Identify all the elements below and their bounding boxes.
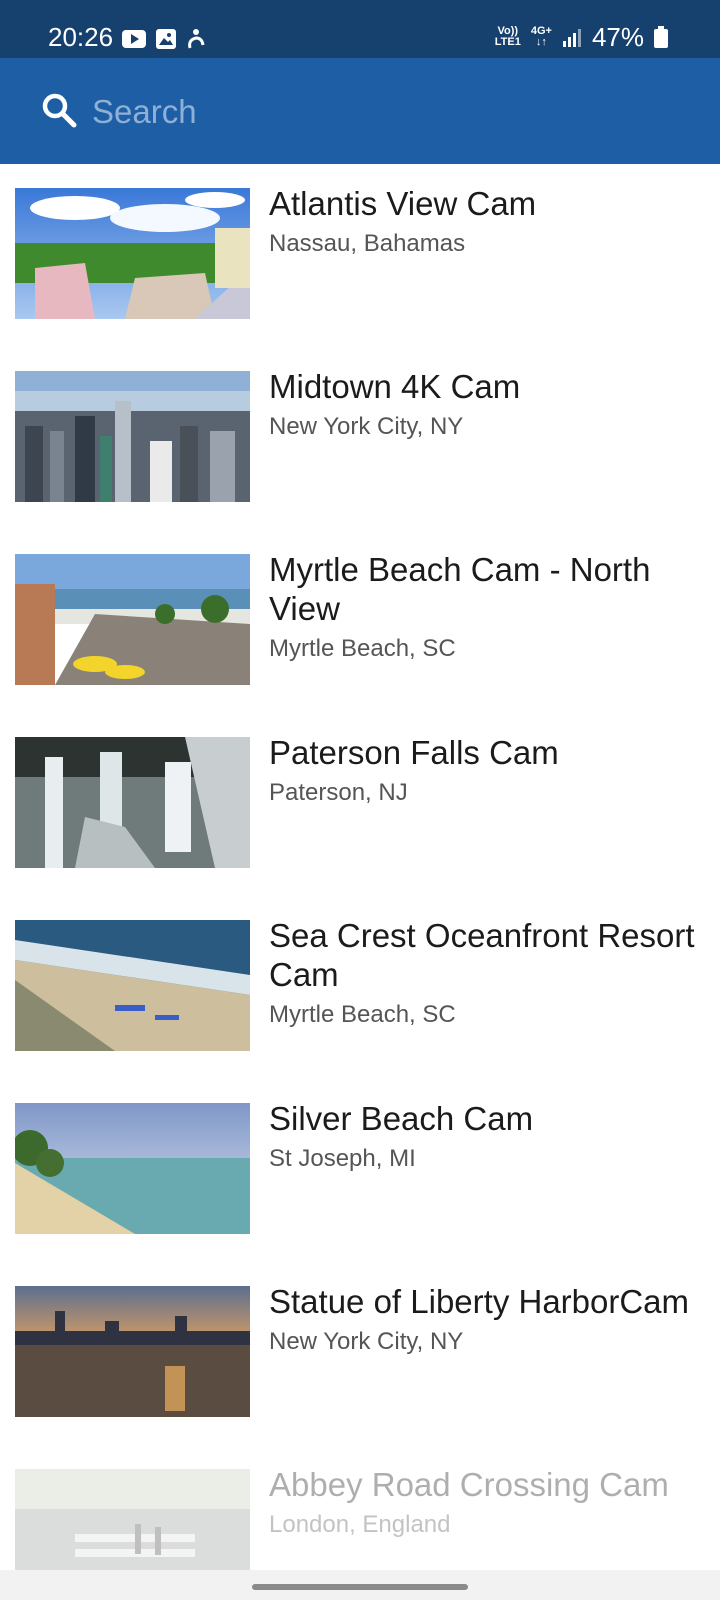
cam-thumbnail[interactable] <box>15 737 250 868</box>
cam-thumbnail[interactable] <box>15 371 250 502</box>
cam-thumbnail[interactable] <box>15 554 250 685</box>
list-item[interactable]: Paterson Falls Cam Paterson, NJ <box>0 713 720 895</box>
cam-title: Myrtle Beach Cam - North View <box>269 551 651 627</box>
gallery-icon <box>156 29 176 49</box>
cam-location: Nassau, Bahamas <box>269 230 466 257</box>
search-bar <box>0 58 720 164</box>
volte-indicator: Vo)) LTE1 <box>494 25 521 48</box>
cam-title: Sea Crest Oceanfront Resort Cam <box>269 917 695 993</box>
cam-thumbnail[interactable] <box>15 188 250 319</box>
cam-list[interactable]: Atlantis View Cam Nassau, Bahamas Midtow… <box>0 164 720 1570</box>
list-item[interactable]: Abbey Road Crossing Cam London, England <box>0 1445 720 1570</box>
cam-thumbnail[interactable] <box>15 1103 250 1234</box>
accessibility-icon <box>188 29 205 49</box>
list-item[interactable]: Atlantis View Cam Nassau, Bahamas <box>0 164 720 346</box>
cam-thumbnail[interactable] <box>15 1286 250 1417</box>
cam-title: Abbey Road Crossing Cam <box>269 1466 669 1503</box>
youtube-icon <box>122 30 146 48</box>
cam-location: St Joseph, MI <box>269 1145 416 1172</box>
cam-location: Myrtle Beach, SC <box>269 635 456 662</box>
cam-location: Myrtle Beach, SC <box>269 1001 456 1028</box>
list-item[interactable]: Statue of Liberty HarborCam New York Cit… <box>0 1262 720 1444</box>
list-item[interactable]: Sea Crest Oceanfront Resort Cam Myrtle B… <box>0 896 720 1078</box>
home-gesture-handle[interactable] <box>252 1584 468 1590</box>
status-bar: 20:26 Vo)) LTE1 4G+ ↓↑ 47% <box>0 0 720 58</box>
cam-title: Paterson Falls Cam <box>269 734 559 771</box>
status-right: Vo)) LTE1 4G+ ↓↑ 47% <box>495 22 668 52</box>
cam-title: Statue of Liberty HarborCam <box>269 1283 690 1320</box>
cam-title: Silver Beach Cam <box>269 1100 534 1137</box>
list-item[interactable]: Silver Beach Cam St Joseph, MI <box>0 1079 720 1261</box>
list-item[interactable]: Myrtle Beach Cam - North View Myrtle Bea… <box>0 530 720 712</box>
cam-location: New York City, NY <box>269 1328 464 1355</box>
cam-title: Atlantis View Cam <box>269 185 537 222</box>
cam-location: London, England <box>269 1511 451 1538</box>
search-input[interactable] <box>90 86 654 138</box>
status-time: 20:26 <box>48 22 114 52</box>
battery-percent: 47% <box>591 22 644 52</box>
battery-icon <box>654 26 668 48</box>
cam-title: Midtown 4K Cam <box>269 368 521 405</box>
system-nav-bar <box>0 1570 720 1600</box>
signal-icon <box>562 29 581 47</box>
list-item[interactable]: Midtown 4K Cam New York City, NY <box>0 347 720 529</box>
cam-thumbnail[interactable] <box>15 920 250 1051</box>
network-type-indicator: 4G+ ↓↑ <box>530 25 552 48</box>
notification-icons <box>122 28 206 50</box>
cam-location: New York City, NY <box>269 413 464 440</box>
cam-thumbnail[interactable] <box>15 1469 250 1570</box>
search-icon[interactable] <box>40 91 80 131</box>
cam-location: Paterson, NJ <box>269 779 408 806</box>
